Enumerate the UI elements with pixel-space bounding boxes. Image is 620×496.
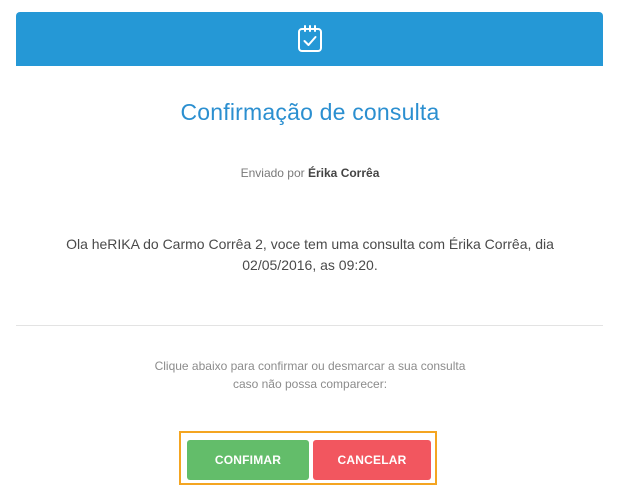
confirm-button[interactable]: CONFIMAR (187, 440, 309, 480)
sender-line: Enviado por Érika Corrêa (0, 166, 620, 180)
instructions-line-2: caso não possa comparecer: (232, 377, 388, 391)
message-line-1: Ola heRIKA do Carmo Corrêa 2, voce tem u… (66, 236, 554, 252)
page-title: Confirmação de consulta (180, 99, 440, 125)
calendar-check-icon (297, 25, 322, 52)
instructions-line-1: Clique abaixo para confirmar ou desmarca… (154, 359, 466, 373)
header-bar (16, 12, 603, 66)
appointment-message: Ola heRIKA do Carmo Corrêa 2, voce tem u… (60, 234, 560, 276)
divider (16, 325, 603, 326)
instructions-text: Clique abaixo para confirmar ou desmarca… (110, 357, 510, 393)
sender-prefix: Enviado por (240, 166, 305, 180)
appointment-confirmation-email: Confirmação de consulta Enviado por Érik… (0, 0, 620, 496)
message-line-2: 02/05/2016, as 09:20. (242, 257, 378, 273)
cancel-button[interactable]: CANCELAR (313, 440, 431, 480)
sender-name: Érika Corrêa (308, 166, 380, 180)
